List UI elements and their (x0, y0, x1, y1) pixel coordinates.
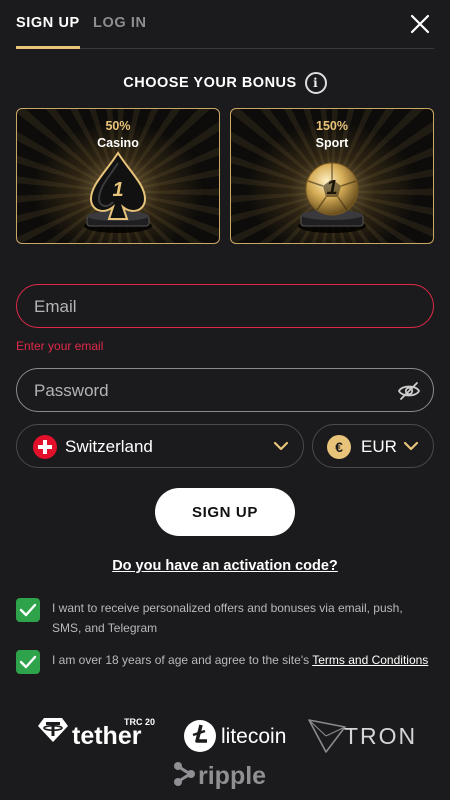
currency-select[interactable]: € EUR (312, 424, 434, 468)
email-field (16, 284, 434, 329)
age-consent-prefix: I am over 18 years of age and agree to t… (52, 653, 313, 667)
email-error: Enter your email (16, 339, 104, 353)
sign-up-button[interactable]: SIGN UP (155, 488, 295, 536)
terms-link[interactable]: Terms and Conditions (312, 653, 428, 667)
bonus-percent: 150% (316, 119, 348, 133)
tether-logo-icon (38, 718, 68, 742)
currency-value: EUR (361, 437, 397, 456)
info-icon[interactable]: i (304, 72, 327, 94)
trophy-badge: 1 (326, 177, 338, 199)
tab-sign-up[interactable]: SIGN UP (16, 15, 80, 49)
password-field (16, 368, 434, 413)
country-value: Switzerland (65, 437, 153, 456)
bonus-name: Sport (315, 136, 349, 150)
check-icon (19, 655, 37, 669)
trophy-badge: 1 (112, 179, 124, 201)
check-icon (19, 603, 37, 617)
email-input[interactable] (32, 285, 376, 329)
age-consent-text: I am over 18 years of age and agree to t… (52, 650, 432, 670)
bonus-card-sport[interactable]: 150% Sport 1 (230, 108, 434, 244)
activation-code-link[interactable]: Do you have an activation code? (0, 558, 450, 574)
tron-wordmark: TRON (344, 723, 417, 749)
bonus-heading: CHOOSE YOUR BONUS i (0, 72, 450, 94)
ripple-wordmark: ripple (198, 762, 266, 790)
bonus-name: Casino (97, 136, 139, 150)
bonus-percent: 50% (105, 119, 131, 133)
eye-hidden-icon[interactable] (397, 379, 421, 403)
chevron-down-icon (273, 441, 289, 451)
ripple-logo-icon (174, 762, 195, 786)
auth-tabs: SIGN UP LOG IN (16, 0, 434, 49)
bonus-heading-text: CHOOSE YOUR BONUS (123, 75, 297, 91)
country-select[interactable]: Switzerland (16, 424, 304, 468)
chevron-down-icon (403, 441, 419, 451)
close-icon[interactable] (408, 12, 432, 36)
litecoin-logo-icon (184, 720, 216, 752)
swiss-flag-icon (33, 435, 57, 459)
bonus-card-casino[interactable]: 50% Casino 1 (16, 108, 220, 244)
tether-trc20-badge: TRC 20 (124, 717, 155, 727)
tron-logo-icon (308, 719, 346, 753)
offers-checkbox[interactable] (16, 598, 40, 622)
payment-logos: tether TRC 20 litecoin TRON ripple (0, 710, 450, 800)
euro-icon: € (327, 435, 351, 459)
password-input[interactable] (32, 369, 376, 413)
litecoin-wordmark: litecoin (221, 725, 286, 748)
payment-logos-art: tether TRC 20 litecoin TRON ripple (38, 717, 417, 790)
offers-consent-text: I want to receive personalized offers an… (52, 601, 403, 635)
age-terms-checkbox[interactable] (16, 650, 40, 674)
tab-log-in[interactable]: LOG IN (93, 15, 147, 31)
